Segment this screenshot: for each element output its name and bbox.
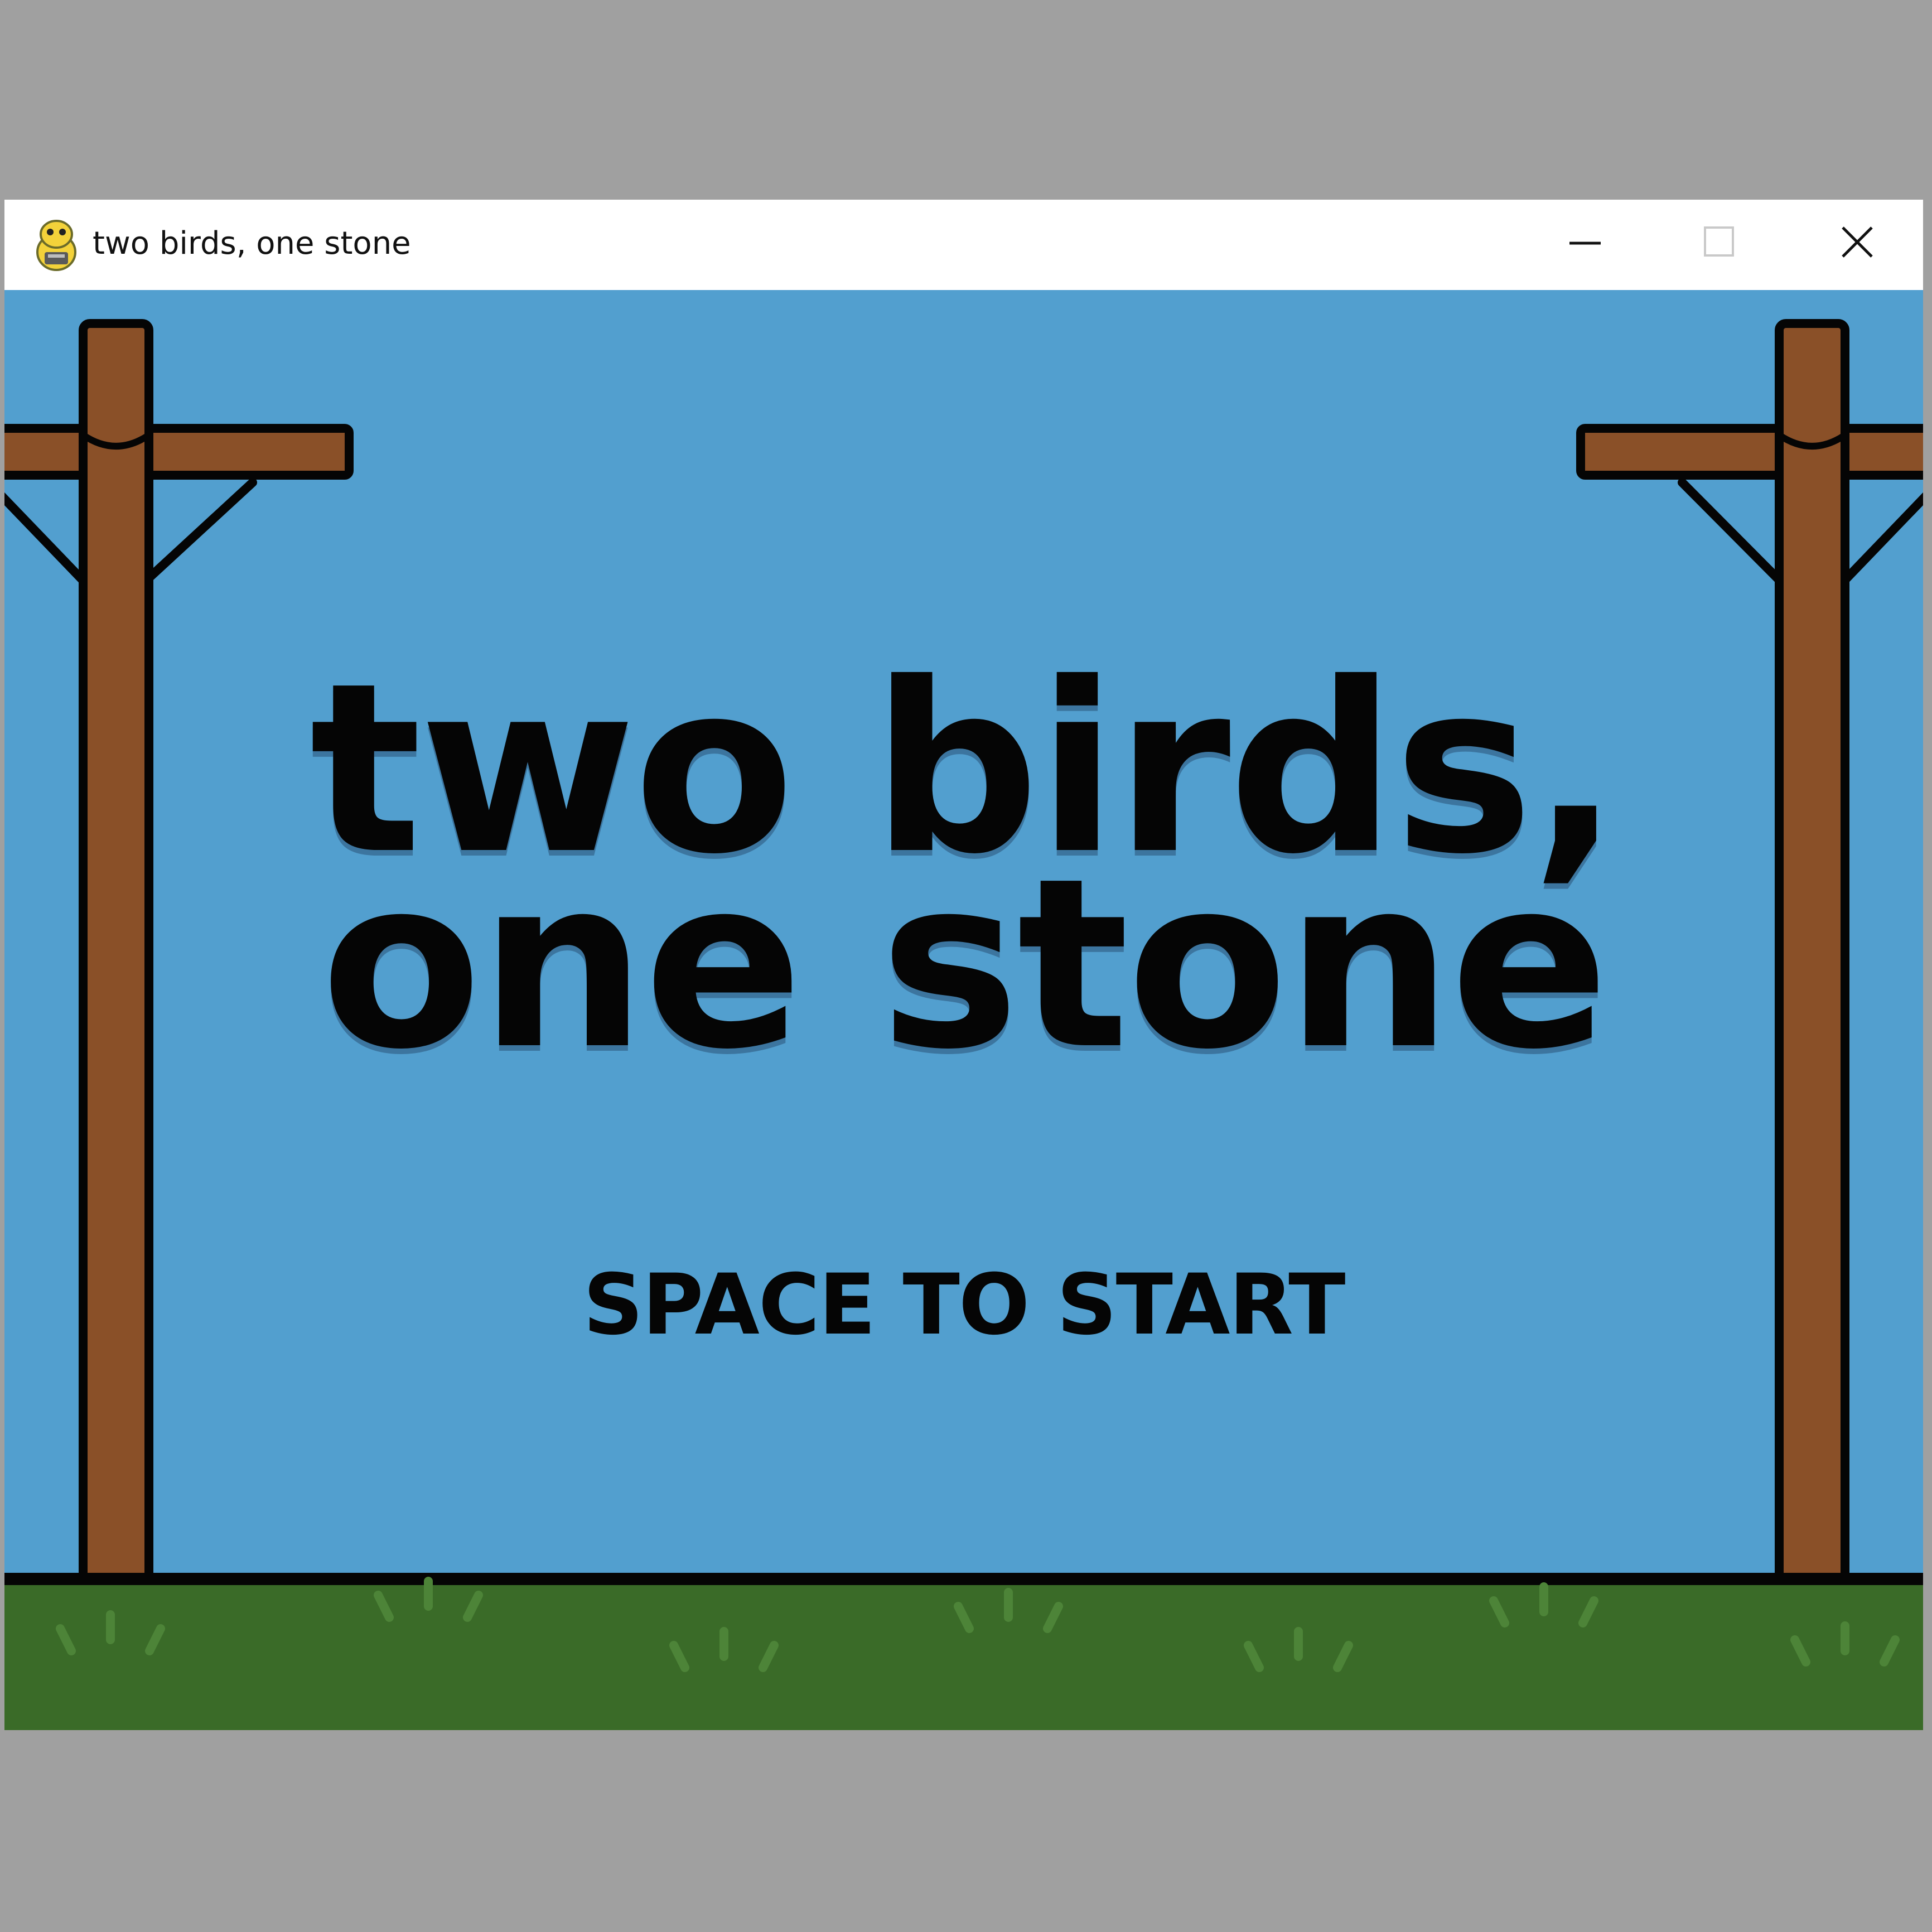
maximize-button[interactable] <box>1664 200 1775 290</box>
title-bar[interactable]: two birds, one stone <box>4 200 1923 290</box>
game-canvas[interactable]: two birds, one stone SPACE TO START <box>4 290 1923 1730</box>
minimize-button[interactable] <box>1529 200 1641 290</box>
minimize-icon <box>1569 241 1601 245</box>
start-prompt: SPACE TO START <box>583 1257 1346 1354</box>
game-title-line-2: one stone <box>321 828 1609 1101</box>
grass-ground <box>4 1573 1923 1730</box>
close-button[interactable] <box>1801 200 1913 290</box>
close-icon <box>1842 226 1873 258</box>
game-window: two birds, one stone two birds, one ston… <box>4 200 1923 1730</box>
pygame-snake-icon <box>36 220 76 271</box>
window-title: two birds, one stone <box>93 225 411 262</box>
maximize-icon <box>1704 226 1734 257</box>
